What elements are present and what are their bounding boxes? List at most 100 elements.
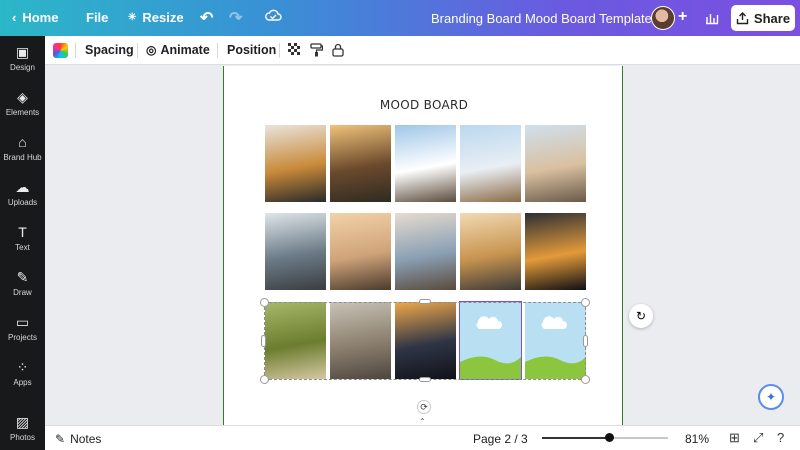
photo-flatlay-camera[interactable] xyxy=(265,125,326,202)
zoom-slider-fill xyxy=(542,437,609,439)
context-toolbar: Spacing ◎ Animate Position xyxy=(45,36,800,65)
spacing-button[interactable]: Spacing xyxy=(85,43,134,57)
home-button[interactable]: ‹ Home xyxy=(12,10,58,25)
add-collaborator-icon[interactable]: + xyxy=(678,8,687,26)
home-label: Home xyxy=(22,10,59,25)
brand-hub-icon: ⌂ xyxy=(18,134,27,150)
animate-icon: ◎ xyxy=(146,43,157,57)
board-title[interactable]: MOOD BOARD xyxy=(224,98,624,112)
photo-airplane-window-nyc[interactable] xyxy=(525,213,586,290)
resize-button[interactable]: ✳ Resize xyxy=(128,10,184,25)
help-icon[interactable]: ? xyxy=(777,430,784,445)
notes-button[interactable]: ✎ Notes xyxy=(55,432,101,446)
sidebar-item-apps[interactable]: ⁘ Apps xyxy=(0,359,45,387)
resize-handle-top-left[interactable] xyxy=(260,298,269,307)
divider xyxy=(279,43,280,58)
elements-icon: ◈ xyxy=(17,89,28,105)
sidebar-item-design[interactable]: ▣ Design xyxy=(0,44,45,72)
resize-handle-right[interactable] xyxy=(583,335,588,347)
sidebar-item-text[interactable]: T Text xyxy=(0,224,45,252)
transparency-icon[interactable] xyxy=(288,43,301,56)
magic-sparkle-icon[interactable]: ✦ xyxy=(758,384,784,410)
rotate-icon[interactable]: ⟳ xyxy=(417,400,431,414)
paint-roller-icon[interactable] xyxy=(310,43,323,57)
sidebar-item-label: Photos xyxy=(10,433,35,442)
file-menu-button[interactable]: File xyxy=(86,10,108,25)
color-picker-button[interactable] xyxy=(53,43,68,58)
sidebar-item-uploads[interactable]: ☁ Uploads xyxy=(0,179,45,207)
undo-icon[interactable]: ↶ xyxy=(200,8,213,28)
sidebar-item-label: Uploads xyxy=(7,198,38,207)
photo-signpost[interactable] xyxy=(460,125,521,202)
animate-button[interactable]: ◎ Animate xyxy=(146,43,210,57)
selection-box xyxy=(264,302,586,380)
photo-airplane-window-city[interactable] xyxy=(265,213,326,290)
divider xyxy=(75,43,76,58)
insights-icon[interactable] xyxy=(700,6,724,30)
design-icon: ▣ xyxy=(15,44,30,60)
photo-desert-van[interactable] xyxy=(525,125,586,202)
redo-icon[interactable]: ↷ xyxy=(229,8,242,28)
spacing-label: Spacing xyxy=(85,43,134,57)
lock-icon[interactable] xyxy=(332,43,344,57)
page-indicator[interactable]: Page 2 / 3 xyxy=(473,432,528,446)
document-title[interactable]: Branding Board Mood Board Template xyxy=(431,11,652,26)
sidebar-item-draw[interactable]: ✎ Draw xyxy=(0,269,45,297)
grid-view-icon[interactable]: ⊞ xyxy=(729,430,740,446)
color-swatch-icon xyxy=(53,43,68,58)
position-button[interactable]: Position xyxy=(227,43,276,57)
photo-mountain-traveler[interactable] xyxy=(395,125,456,202)
top-bar: ‹ Home File ✳ Resize ↶ ↷ Branding Board … xyxy=(0,0,800,36)
photo-balloons-field[interactable] xyxy=(460,213,521,290)
resize-handle-bottom[interactable] xyxy=(419,377,431,382)
sidebar-item-label: Draw xyxy=(13,288,32,297)
sidebar-item-label: Apps xyxy=(13,378,32,387)
photo-palm-pier[interactable] xyxy=(330,125,391,202)
file-label: File xyxy=(86,10,109,25)
photo-backpack-traveler[interactable] xyxy=(395,213,456,290)
text-icon: T xyxy=(18,224,27,240)
chevron-left-icon: ‹ xyxy=(12,10,17,25)
photos-icon: ▨ xyxy=(15,414,30,430)
sidebar-item-label: Text xyxy=(15,243,30,252)
apps-icon: ⁘ xyxy=(16,359,29,375)
sidebar-item-elements[interactable]: ◈ Elements xyxy=(0,89,45,117)
sidebar-item-label: Elements xyxy=(5,108,40,117)
divider xyxy=(137,43,138,58)
share-label: Share xyxy=(753,10,791,26)
notes-label: Notes xyxy=(70,432,102,446)
photo-beach-arms-up[interactable] xyxy=(330,213,391,290)
zoom-slider-thumb[interactable] xyxy=(604,433,614,442)
resize-handle-left[interactable] xyxy=(261,335,266,347)
bottom-bar: ✎ Notes Page 2 / 3 81% ⊞ ⤢ ? xyxy=(45,425,800,450)
resize-label: Resize xyxy=(142,10,184,25)
zoom-level[interactable]: 81% xyxy=(685,432,709,446)
sidebar-item-label: Design xyxy=(10,63,35,72)
animate-label: Animate xyxy=(160,43,210,57)
divider xyxy=(217,43,218,58)
fullscreen-icon[interactable]: ⤢ xyxy=(753,430,763,446)
cloud-sync-icon[interactable] xyxy=(264,8,282,22)
sidebar-item-photos[interactable]: ▨ Photos xyxy=(0,414,45,442)
uploads-icon: ☁ xyxy=(15,179,30,195)
sidebar-item-label: Projects xyxy=(8,333,37,342)
draw-icon: ✎ xyxy=(16,269,29,285)
position-label: Position xyxy=(227,43,277,57)
sidebar-item-brand-hub[interactable]: ⌂ Brand Hub xyxy=(0,134,45,162)
sidebar-item-label: Brand Hub xyxy=(3,153,42,162)
resize-handle-top[interactable] xyxy=(419,299,431,304)
resize-handle-top-right[interactable] xyxy=(581,298,590,307)
sparkle-icon: ✳ xyxy=(128,12,137,23)
sidebar-item-projects[interactable]: ▭ Projects xyxy=(0,314,45,342)
resize-handle-bottom-right[interactable] xyxy=(581,375,590,384)
design-page[interactable]: MOOD BOARD xyxy=(223,66,623,426)
zoom-slider[interactable] xyxy=(542,433,668,442)
share-icon xyxy=(736,11,749,24)
avatar[interactable] xyxy=(651,6,675,30)
resize-handle-bottom-left[interactable] xyxy=(260,375,269,384)
projects-icon: ▭ xyxy=(15,314,30,330)
comment-refresh-icon[interactable]: ↻ xyxy=(629,304,653,328)
notes-icon: ✎ xyxy=(55,432,66,446)
share-button[interactable]: Share xyxy=(731,5,795,31)
left-sidebar: ▣ Design ◈ Elements ⌂ Brand Hub ☁ Upload… xyxy=(0,36,45,450)
